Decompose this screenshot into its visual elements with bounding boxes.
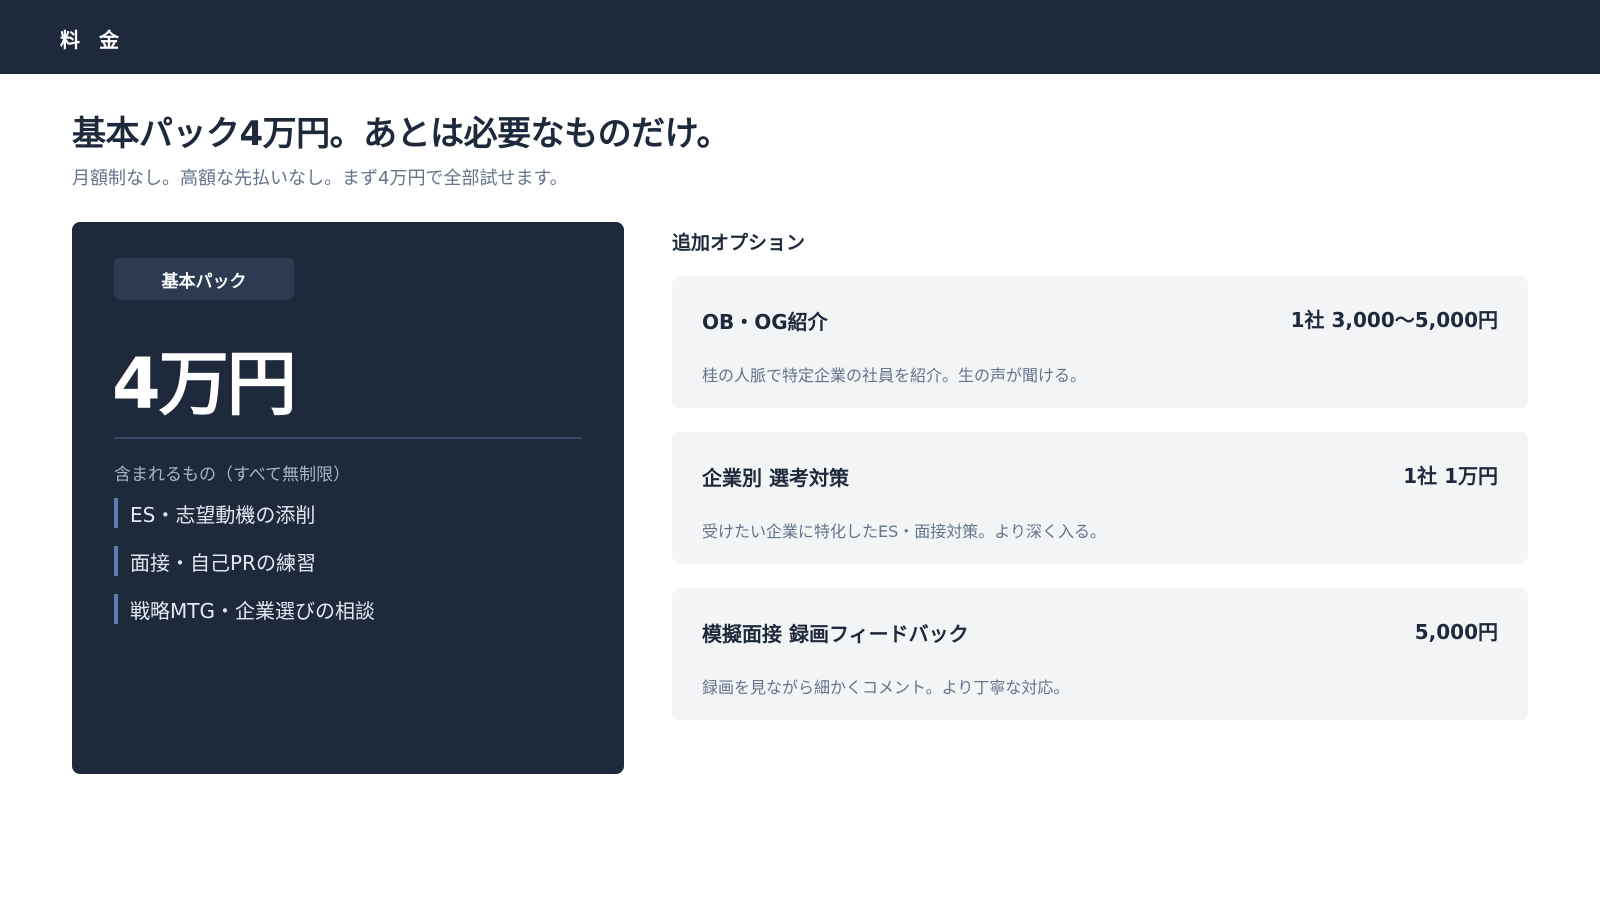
option-description: 桂の人脈で特定企業の社員を紹介。生の声が聞ける。 bbox=[702, 366, 1087, 385]
included-item: ES・志望動機の添削 bbox=[114, 498, 375, 528]
option-name: 企業別 選考対策 bbox=[702, 466, 849, 490]
divider bbox=[114, 437, 582, 439]
included-item-text: 戦略MTG・企業選びの相談 bbox=[130, 598, 375, 623]
included-item-text: 面接・自己PRの練習 bbox=[130, 550, 316, 575]
option-card-company-prep: 企業別 選考対策 1社 1万円 受けたい企業に特化したES・面接対策。より深く入… bbox=[672, 432, 1528, 564]
included-item-text: ES・志望動機の添削 bbox=[130, 502, 316, 527]
accent-bar bbox=[114, 594, 118, 624]
option-name: 模擬面接 録画フィードバック bbox=[702, 622, 969, 646]
included-item: 面接・自己PRの練習 bbox=[114, 546, 375, 576]
option-price: 5,000円 bbox=[1414, 620, 1498, 644]
base-pack-card: 基本パック 4万円 含まれるもの（すべて無制限） ES・志望動機の添削 面接・自… bbox=[72, 222, 624, 774]
included-label: 含まれるもの（すべて無制限） bbox=[114, 465, 351, 485]
base-pack-price: 4万円 bbox=[112, 343, 297, 425]
option-price: 1社 1万円 bbox=[1403, 464, 1498, 488]
headline: 基本パック4万円。あとは必要なものだけ。 bbox=[72, 114, 730, 154]
page-title: 料 金 bbox=[60, 28, 125, 52]
accent-bar bbox=[114, 546, 118, 576]
option-description: 録画を見ながら細かくコメント。より丁寧な対応。 bbox=[702, 678, 1070, 697]
option-description: 受けたい企業に特化したES・面接対策。より深く入る。 bbox=[702, 522, 1106, 541]
option-name: OB・OG紹介 bbox=[702, 310, 828, 334]
accent-bar bbox=[114, 498, 118, 528]
included-list: ES・志望動機の添削 面接・自己PRの練習 戦略MTG・企業選びの相談 bbox=[114, 498, 375, 642]
included-item: 戦略MTG・企業選びの相談 bbox=[114, 594, 375, 624]
subheadline: 月額制なし。高額な先払いなし。まず4万円で全部試せます。 bbox=[72, 168, 568, 189]
options-heading: 追加オプション bbox=[672, 232, 806, 254]
top-bar: 料 金 bbox=[0, 0, 1600, 74]
option-card-mock-interview: 模擬面接 録画フィードバック 5,000円 録画を見ながら細かくコメント。より丁… bbox=[672, 588, 1528, 720]
option-price: 1社 3,000〜5,000円 bbox=[1290, 308, 1498, 332]
base-pack-badge: 基本パック bbox=[114, 258, 294, 300]
option-card-ob-og: OB・OG紹介 1社 3,000〜5,000円 桂の人脈で特定企業の社員を紹介。… bbox=[672, 276, 1528, 408]
